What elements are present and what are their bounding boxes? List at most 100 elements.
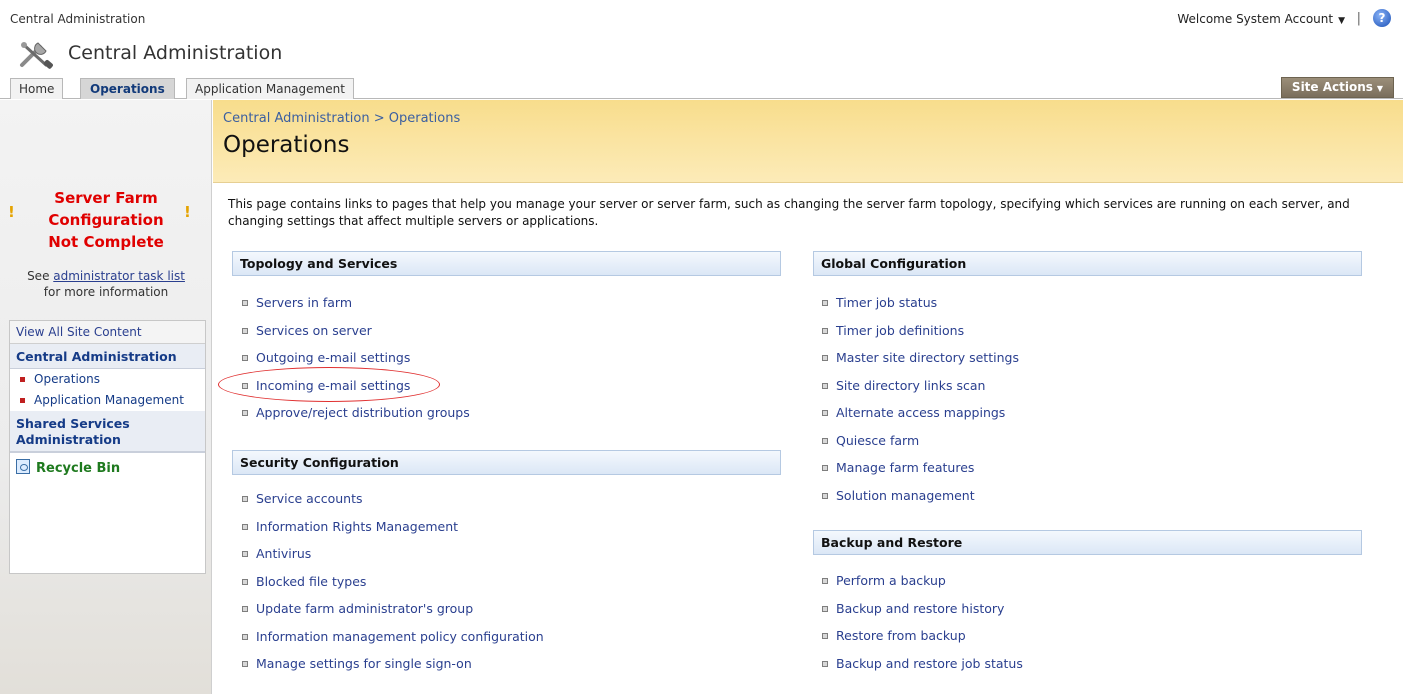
breadcrumb[interactable]: Central Administration > Operations (223, 111, 460, 126)
link-label: Antivirus (256, 546, 312, 561)
tools-logo-icon (20, 42, 53, 69)
bullet-icon (242, 523, 248, 530)
site-title[interactable]: Central Administration (68, 42, 282, 64)
link-timer-job-status[interactable]: Timer job status (820, 294, 1019, 322)
page-title: Operations (223, 132, 350, 158)
tab-application-management[interactable]: Application Management (186, 78, 354, 99)
global-links: Timer job status Timer job definitions M… (820, 294, 1019, 514)
link-quiesce-farm[interactable]: Quiesce farm (820, 432, 1019, 460)
bullet-icon (242, 661, 248, 667)
link-servers-in-farm[interactable]: Servers in farm (240, 294, 470, 322)
warning-line: Not Complete (48, 233, 164, 251)
bullet-icon (822, 437, 828, 444)
link-master-site-directory[interactable]: Master site directory settings (820, 349, 1019, 377)
link-label: Restore from backup (836, 628, 966, 643)
site-header: Central Administration (0, 38, 1403, 74)
link-label: Outgoing e-mail settings (256, 350, 411, 365)
quick-launch: View All Site Content Central Administra… (9, 320, 206, 574)
separator: | (1356, 11, 1361, 26)
tab-operations[interactable]: Operations (80, 78, 175, 99)
link-perform-backup[interactable]: Perform a backup (820, 572, 1023, 600)
top-site-link[interactable]: Central Administration (10, 12, 145, 26)
link-update-farm-admin-group[interactable]: Update farm administrator's group (240, 600, 544, 628)
link-label: Backup and restore job status (836, 655, 1023, 671)
view-all-site-content-link[interactable]: View All Site Content (10, 321, 205, 344)
site-actions-label: Site Actions (1291, 80, 1373, 94)
link-backup-restore-job-status[interactable]: Backup and restore job status (820, 655, 1023, 683)
link-approve-reject-distribution-groups[interactable]: Approve/reject distribution groups (240, 404, 470, 432)
exclamation-icon: ! (8, 203, 15, 221)
ql-item-label: Application Management (34, 393, 184, 407)
welcome-label: Welcome System Account (1177, 12, 1334, 26)
ql-heading-shared-services[interactable]: Shared Services Administration (10, 411, 205, 452)
link-label: Perform a backup (836, 573, 946, 588)
welcome-menu[interactable]: Welcome System Account ▼ (1177, 12, 1345, 26)
bullet-icon (822, 605, 828, 612)
link-single-sign-on[interactable]: Manage settings for single sign-on (240, 655, 544, 683)
administrator-task-list-link[interactable]: administrator task list (53, 269, 185, 283)
link-label: Master site directory settings (836, 350, 1019, 365)
bullet-icon (822, 633, 828, 639)
bullet-icon (242, 633, 248, 640)
section-heading-global: Global Configuration (813, 251, 1362, 276)
link-service-accounts[interactable]: Service accounts (240, 490, 544, 518)
link-timer-job-definitions[interactable]: Timer job definitions (820, 322, 1019, 350)
bullet-icon (242, 410, 248, 416)
link-antivirus[interactable]: Antivirus (240, 545, 544, 573)
tab-home[interactable]: Home (10, 78, 64, 99)
link-restore-from-backup[interactable]: Restore from backup (820, 627, 1023, 655)
link-solution-management[interactable]: Solution management (820, 487, 1019, 515)
bullet-icon (822, 300, 828, 306)
bullet-icon (242, 355, 248, 361)
exclamation-icon: ! (184, 203, 191, 221)
config-warning: Server Farm Configuration Not Complete (0, 187, 212, 253)
link-label: Manage farm features (836, 460, 975, 475)
ql-item-label: Operations (34, 372, 100, 386)
bullet-icon (822, 578, 828, 584)
link-alternate-access-mappings[interactable]: Alternate access mappings (820, 404, 1019, 432)
backup-links: Perform a backup Backup and restore hist… (820, 572, 1023, 682)
bullet-icon (822, 355, 828, 361)
link-label: Blocked file types (256, 573, 367, 589)
chevron-down-icon: ▼ (1376, 84, 1384, 93)
recycle-bin-link[interactable]: Recycle Bin (10, 452, 205, 482)
link-label: Timer job status (836, 295, 938, 310)
link-label: Approve/reject distribution groups (256, 405, 470, 420)
bullet-icon (20, 377, 25, 382)
link-label: Site directory links scan (836, 377, 986, 393)
bullet-icon (822, 660, 828, 667)
link-label: Timer job definitions (836, 322, 965, 338)
chevron-down-icon: ▼ (1338, 16, 1345, 26)
bullet-icon (822, 382, 828, 389)
link-site-directory-links-scan[interactable]: Site directory links scan (820, 377, 1019, 405)
section-heading-security: Security Configuration (232, 450, 781, 475)
left-sidebar: Server Farm Configuration Not Complete !… (0, 100, 212, 694)
link-label: Information management policy configurat… (256, 628, 544, 644)
link-information-rights-management[interactable]: Information Rights Management (240, 518, 544, 546)
ql-item-application-management[interactable]: Application Management (10, 390, 205, 411)
page-description: This page contains links to pages that h… (228, 197, 1350, 228)
link-backup-restore-history[interactable]: Backup and restore history (820, 600, 1023, 628)
recycle-bin-label: Recycle Bin (36, 461, 121, 476)
security-links: Service accounts Information Rights Mana… (240, 490, 544, 683)
top-bar: Central Administration Welcome System Ac… (0, 0, 1403, 38)
link-services-on-server[interactable]: Services on server (240, 322, 470, 350)
ql-heading-central-administration[interactable]: Central Administration (10, 344, 205, 369)
bullet-icon (242, 551, 248, 557)
bullet-icon (242, 327, 248, 334)
top-nav-tabs: Home Operations Application Management S… (0, 74, 1403, 99)
bullet-icon (822, 410, 828, 416)
link-blocked-file-types[interactable]: Blocked file types (240, 573, 544, 601)
bullet-icon (242, 606, 248, 612)
link-information-management-policy[interactable]: Information management policy configurat… (240, 628, 544, 656)
link-label: Alternate access mappings (836, 405, 1006, 420)
site-actions-button[interactable]: Site Actions ▼ (1281, 77, 1394, 98)
see-prefix: See (27, 269, 54, 283)
help-icon[interactable]: ? (1373, 9, 1391, 27)
link-label: Service accounts (256, 491, 363, 506)
link-manage-farm-features[interactable]: Manage farm features (820, 459, 1019, 487)
highlight-ellipse (218, 367, 440, 402)
link-label: Information Rights Management (256, 518, 459, 534)
recycle-bin-icon (16, 459, 30, 474)
ql-item-operations[interactable]: Operations (10, 369, 205, 390)
